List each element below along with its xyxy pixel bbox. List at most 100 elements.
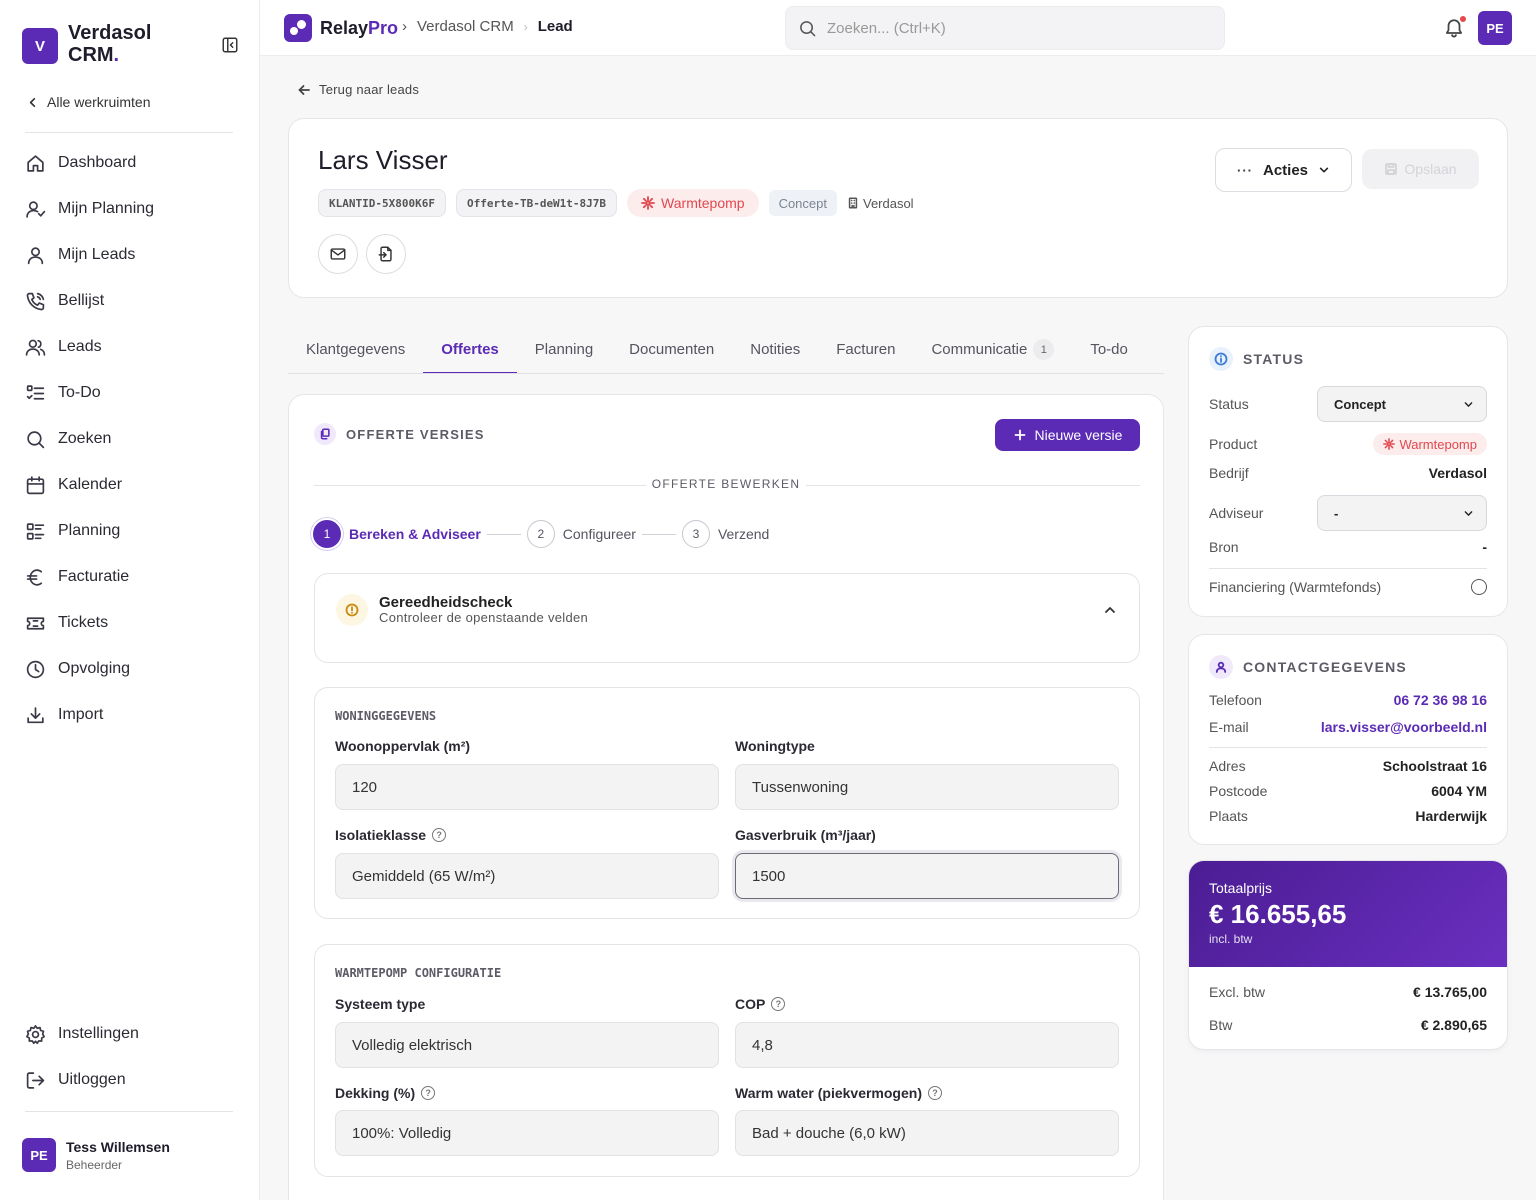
advisor-select[interactable]: - — [1317, 495, 1487, 531]
tab-offertes[interactable]: Offertes — [423, 326, 517, 373]
coverage-field[interactable]: 100%: Volledig — [335, 1110, 719, 1156]
status-select[interactable]: Concept — [1317, 386, 1487, 422]
sidebar-item-planning[interactable]: Planning — [0, 508, 260, 554]
city-row: Plaats Harderwijk — [1209, 808, 1487, 824]
housing-type-field[interactable]: Tussenwoning — [735, 764, 1119, 810]
sidebar-item-opvolging[interactable]: Opvolging — [0, 646, 260, 692]
area-field[interactable]: 120 — [335, 764, 719, 810]
help-icon[interactable]: ? — [771, 997, 786, 1011]
chevron-up-icon[interactable] — [1103, 603, 1117, 617]
cop-field[interactable]: 4,8 — [735, 1022, 1119, 1068]
sidebar-item-facturatie[interactable]: Facturatie — [0, 554, 260, 600]
search-input[interactable]: Zoeken... (Ctrl+K) — [785, 6, 1225, 50]
all-workspaces-link[interactable]: Alle werkruimten — [26, 94, 150, 110]
total-price-incl-vat: incl. btw — [1209, 932, 1253, 946]
tab-klantgegevens[interactable]: Klantgegevens — [288, 326, 423, 373]
step-configureer[interactable]: 2 Configureer — [526, 520, 636, 548]
workspace-name[interactable]: Verdasol CRM. — [68, 22, 188, 66]
system-type-field[interactable]: Volledig elektrisch — [335, 1022, 719, 1068]
sidebar-item-uitloggen[interactable]: Uitloggen — [0, 1057, 260, 1103]
phone-link[interactable]: 06 72 36 98 16 — [1394, 692, 1487, 708]
readiness-check-panel[interactable]: Gereedheidscheck Controleer de openstaan… — [314, 573, 1140, 663]
cop-label: COP — [735, 996, 766, 1012]
sidebar-item-leads[interactable]: Leads — [0, 324, 260, 370]
contact-heading: CONTACTGEGEVENS — [1209, 655, 1407, 679]
chevron-down-icon — [1464, 510, 1473, 516]
sidebar-item-label: Leads — [58, 338, 102, 355]
avatar[interactable]: PE — [1478, 11, 1512, 45]
sidebar-item-tickets[interactable]: Tickets — [0, 600, 260, 646]
sidebar-item-label: Planning — [58, 522, 121, 539]
financing-radio[interactable] — [1471, 579, 1487, 595]
field-label: Systeem type — [335, 996, 425, 1012]
address-label: Adres — [1209, 758, 1246, 774]
product-label: Product — [1209, 436, 1258, 452]
actions-dropdown-button[interactable]: ··· Acties — [1215, 148, 1352, 192]
email-button[interactable] — [318, 234, 358, 274]
sidebar-bottom-nav: Instellingen Uitloggen — [0, 1011, 260, 1103]
step-number: 2 — [526, 520, 555, 548]
tab-documenten[interactable]: Documenten — [611, 326, 732, 373]
collapse-sidebar-icon[interactable] — [221, 36, 241, 56]
customer-id-badge[interactable]: KLANTID-5X800K6F — [318, 189, 446, 217]
sidebar-item-zoeken[interactable]: Zoeken — [0, 416, 260, 462]
clock-icon — [26, 660, 45, 678]
list-todo-icon — [26, 384, 45, 400]
breadcrumb: › Verdasol CRM › Lead — [402, 18, 573, 35]
company-value: Verdasol — [1428, 465, 1487, 481]
step-bereken-adviseer[interactable]: 1 Bereken & Adviseer — [313, 520, 481, 548]
user-check-icon — [26, 200, 46, 218]
tab-communicatie[interactable]: Communicatie 1 — [913, 326, 1072, 373]
offer-edit-heading: OFFERTE BEWERKEN — [646, 477, 806, 491]
brand-name-relay: Relay — [320, 17, 369, 38]
tab-facturen[interactable]: Facturen — [818, 326, 913, 373]
save-button[interactable]: Opslaan — [1362, 149, 1479, 189]
sidebar-item-mijn-planning[interactable]: Mijn Planning — [0, 186, 260, 232]
sidebar-item-mijn-leads[interactable]: Mijn Leads — [0, 232, 260, 278]
plus-icon — [1014, 429, 1025, 441]
tab-todo[interactable]: To-do — [1072, 326, 1146, 373]
export-button[interactable] — [366, 234, 406, 274]
workspace-name-line1: Verdasol — [68, 22, 152, 44]
postcode-value: 6004 YM — [1431, 783, 1487, 799]
step-verzend[interactable]: 3 Verzend — [681, 520, 769, 548]
coverage-label: Dekking (%) — [335, 1085, 416, 1101]
vat-row: Btw € 2.890,65 — [1209, 1017, 1487, 1033]
financing-row: Financiering (Warmtefonds) — [1209, 579, 1487, 595]
breadcrumb-workspace[interactable]: Verdasol CRM — [417, 18, 514, 35]
home-icon — [27, 154, 44, 172]
help-icon[interactable]: ? — [432, 828, 447, 842]
sidebar-item-import[interactable]: Import — [0, 692, 260, 738]
offer-id-badge[interactable]: Offerte-TB-deW1t-8J7B — [455, 189, 618, 217]
back-to-leads-link[interactable]: Terug naar leads — [297, 82, 419, 97]
tab-notities[interactable]: Notities — [732, 326, 818, 373]
hot-water-field[interactable]: Bad + douche (6,0 kW) — [735, 1110, 1119, 1156]
sidebar-item-todo[interactable]: To-Do — [0, 370, 260, 416]
user-profile[interactable]: PE Tess Willemsen Beheerder — [22, 1138, 170, 1172]
gas-usage-field[interactable]: 1500 — [735, 853, 1119, 899]
new-version-label: Nieuwe versie — [1034, 427, 1123, 443]
field-label: Isolatieklasse? — [335, 827, 447, 843]
housing-section: WONINGGEGEVENS Woonoppervlak (m²) 120 Wo… — [314, 687, 1140, 919]
insulation-field[interactable]: Gemiddeld (65 W/m²) — [335, 853, 719, 899]
product-row: Product Warmtepomp — [1209, 433, 1487, 455]
help-icon[interactable]: ? — [421, 1086, 436, 1100]
sidebar-item-dashboard[interactable]: Dashboard — [0, 140, 260, 186]
chevron-left-icon — [29, 97, 36, 107]
tab-planning[interactable]: Planning — [517, 326, 611, 373]
readiness-check-subtitle: Controleer de openstaande velden — [379, 610, 589, 625]
email-link[interactable]: lars.visser@voorbeeld.nl — [1321, 719, 1487, 735]
lead-tags: KLANTID-5X800K6F Offerte-TB-deW1t-8J7B W… — [318, 189, 914, 217]
brand-logo[interactable]: RelayPro — [284, 14, 398, 42]
user-icon — [27, 246, 44, 264]
postcode-label: Postcode — [1209, 783, 1268, 799]
back-to-leads-label: Terug naar leads — [319, 82, 420, 97]
sidebar-item-instellingen[interactable]: Instellingen — [0, 1011, 260, 1057]
sidebar-item-kalender[interactable]: Kalender — [0, 462, 260, 508]
new-version-button[interactable]: Nieuwe versie — [995, 419, 1140, 451]
field-label: Woningtype — [735, 738, 815, 754]
workspace-logo[interactable]: V — [22, 28, 58, 64]
sidebar-item-bellijst[interactable]: Bellijst — [0, 278, 260, 324]
product-badge: Warmtepomp — [1373, 433, 1487, 455]
help-icon[interactable]: ? — [927, 1086, 942, 1100]
